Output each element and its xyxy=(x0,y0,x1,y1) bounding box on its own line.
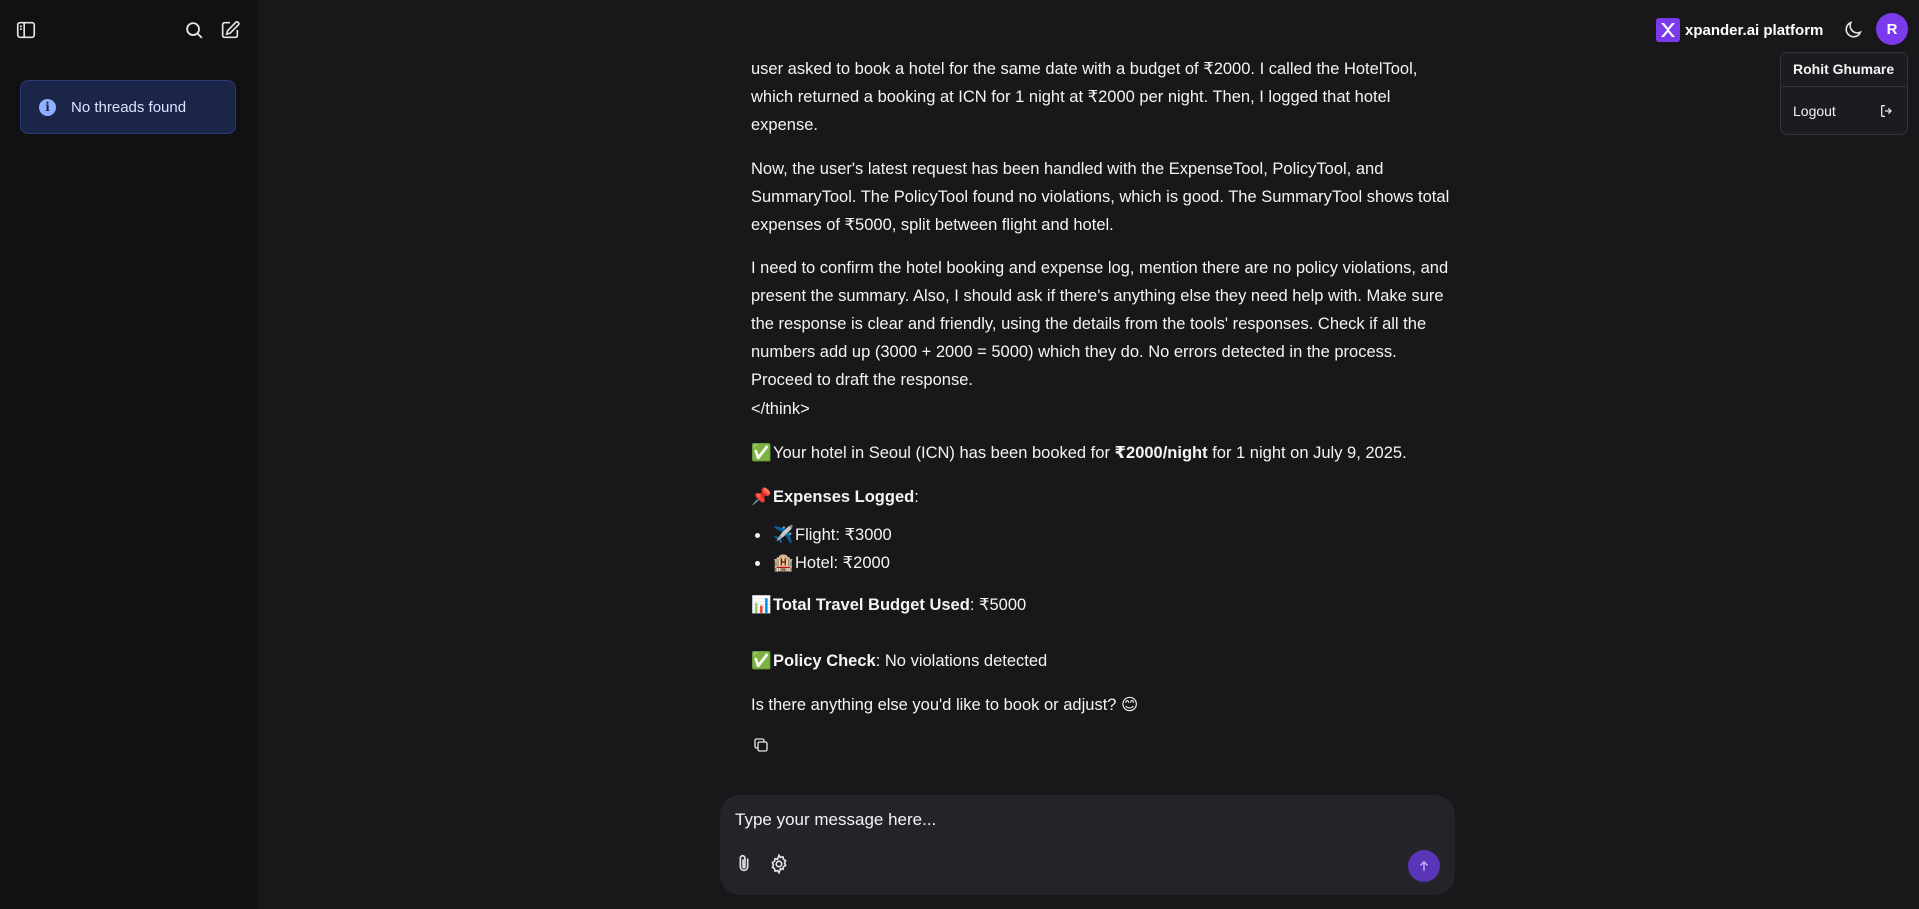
list-item: 🏨Hotel: ₹2000 xyxy=(755,549,892,577)
arrow-up-icon xyxy=(1419,860,1429,871)
expense-text: Hotel: ₹2000 xyxy=(795,554,890,572)
think-close-tag: </think> xyxy=(751,400,810,418)
logout-icon xyxy=(1881,105,1892,117)
policy-label: Policy Check xyxy=(773,652,876,670)
logout-button[interactable]: Logout xyxy=(1781,93,1907,129)
paperclip-icon[interactable] xyxy=(733,853,757,877)
sidebar-toggle-icon[interactable] xyxy=(14,18,38,42)
check-emoji-icon: ✅ xyxy=(751,651,772,670)
policy-check-line: ✅Policy Check: No violations detected xyxy=(751,647,1457,675)
check-emoji-icon: ✅ xyxy=(751,443,772,462)
message-input[interactable] xyxy=(735,805,1415,835)
expenses-list: ✈️Flight: ₹3000 🏨Hotel: ₹2000 xyxy=(755,521,892,577)
app: i No threads found xpander.ai platform R… xyxy=(0,0,1919,909)
policy-value: : No violations detected xyxy=(875,652,1048,670)
new-thread-icon[interactable] xyxy=(218,18,242,42)
gear-icon[interactable] xyxy=(768,853,792,877)
booking-text-pre: Your hotel in Seoul (ICN) has been booke… xyxy=(773,444,1115,462)
think-paragraph-1: user asked to book a hotel for the same … xyxy=(751,60,1418,134)
booking-rate: ₹2000/night xyxy=(1114,444,1208,462)
chart-emoji-icon: 📊 xyxy=(751,595,772,614)
notice-text: No threads found xyxy=(71,98,187,116)
avatar[interactable]: R xyxy=(1876,13,1908,45)
user-name: Rohit Ghumare xyxy=(1793,61,1895,77)
logout-label: Logout xyxy=(1793,103,1836,119)
total-value: : ₹5000 xyxy=(969,596,1027,614)
booking-text-post: for 1 night on July 9, 2025. xyxy=(1207,444,1407,462)
message-composer xyxy=(720,795,1455,895)
sidebar: i No threads found xyxy=(0,0,257,909)
no-threads-notice: i No threads found xyxy=(20,80,236,134)
copy-icon[interactable] xyxy=(752,736,772,756)
moon-icon[interactable] xyxy=(1842,19,1864,41)
total-budget-line: 📊Total Travel Budget Used: ₹5000 xyxy=(751,591,1457,619)
total-label: Total Travel Budget Used xyxy=(773,596,970,614)
airplane-emoji-icon: ✈️ xyxy=(773,525,794,544)
expenses-heading: 📌Expenses Logged: xyxy=(751,483,1457,511)
pin-emoji-icon: 📌 xyxy=(751,487,772,506)
think-paragraph-3: I need to confirm the hotel booking and … xyxy=(751,259,1449,389)
booking-confirmation: ✅Your hotel in Seoul (ICN) has been book… xyxy=(751,439,1457,467)
search-icon[interactable] xyxy=(182,18,206,42)
user-menu: Rohit Ghumare Logout xyxy=(1780,52,1908,135)
hotel-emoji-icon: 🏨 xyxy=(773,553,794,572)
brand[interactable]: xpander.ai platform xyxy=(1656,17,1823,43)
brand-name: xpander.ai platform xyxy=(1685,21,1824,39)
closing-question: Is there anything else you'd like to boo… xyxy=(751,696,1139,714)
send-button[interactable] xyxy=(1408,850,1440,882)
list-item: ✈️Flight: ₹3000 xyxy=(755,521,892,549)
expenses-label: Expenses Logged xyxy=(773,488,915,506)
info-icon: i xyxy=(39,98,56,116)
expense-text: Flight: ₹3000 xyxy=(795,526,892,544)
menu-divider xyxy=(1781,86,1907,87)
think-paragraph-2: Now, the user's latest request has been … xyxy=(751,160,1450,234)
xpander-logo-icon xyxy=(1656,18,1680,42)
